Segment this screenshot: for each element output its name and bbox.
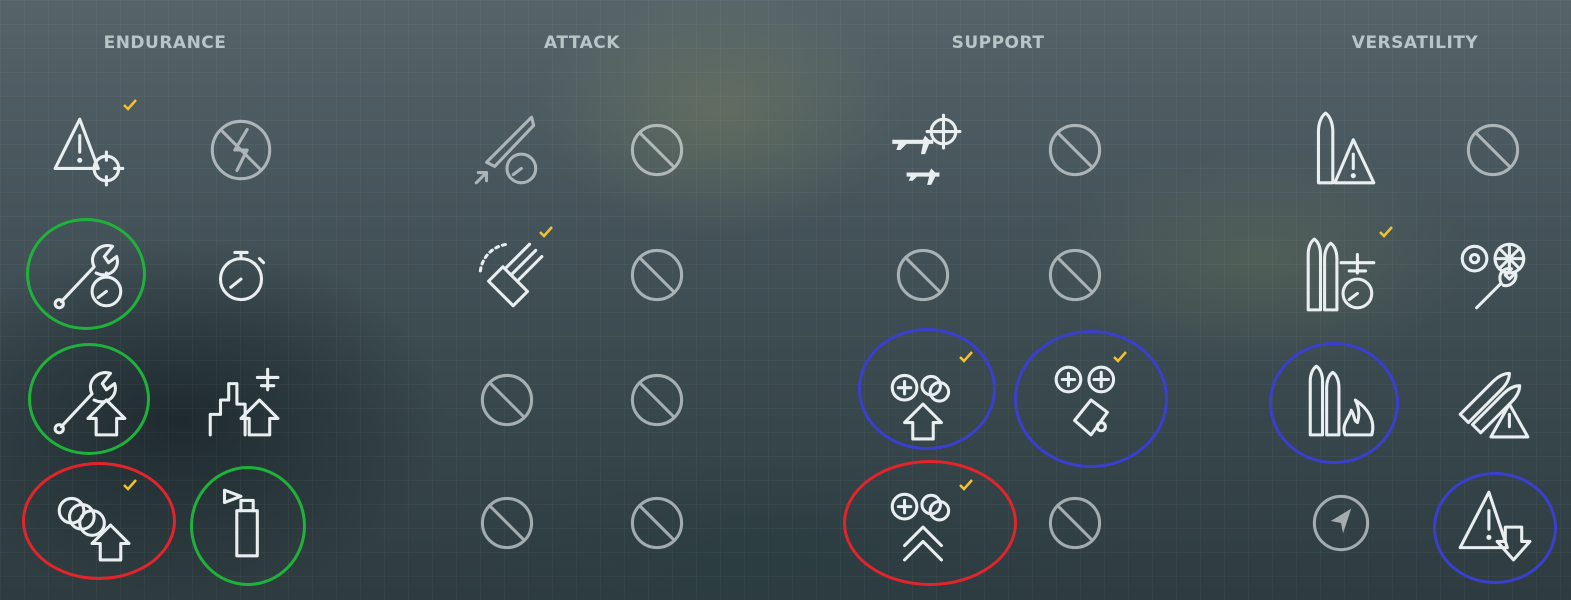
selected-checkmark-icon	[539, 226, 553, 238]
column-title-versatility: VERSATILITY	[1351, 33, 1479, 53]
skill-main-battery-traverse[interactable]	[462, 230, 552, 320]
aa-guns-upgrade-icon	[57, 496, 131, 562]
warning-down-icon	[1458, 490, 1532, 562]
compass-radar-icon	[1312, 494, 1370, 552]
skill-warning-down[interactable]	[1448, 478, 1538, 568]
selected-checkmark-icon	[1113, 351, 1127, 363]
skill-gears-wrench[interactable]	[1448, 230, 1538, 320]
skill-aa-double-upgrade[interactable]	[878, 478, 968, 568]
skill-aa-sector-upgrade[interactable]	[878, 355, 968, 445]
selected-checkmark-icon	[123, 99, 137, 111]
unavailable-icon	[896, 248, 950, 302]
skill-ship-aircraft-upgrade[interactable]	[196, 355, 286, 445]
unavailable-icon	[1048, 496, 1102, 550]
unavailable-icon	[630, 373, 684, 427]
skill-unavailable	[878, 230, 968, 320]
unavailable-icon	[630, 496, 684, 550]
selected-checkmark-icon	[959, 479, 973, 491]
ship-aircraft-upgrade-icon	[208, 367, 280, 437]
shells-fire-icon	[1308, 364, 1375, 437]
skill-stopwatch[interactable]	[196, 230, 286, 320]
skill-aa-plus-damage[interactable]	[1046, 355, 1136, 445]
skill-unavailable	[612, 355, 702, 445]
selected-checkmark-icon	[959, 351, 973, 363]
aircraft-target-icon	[892, 113, 962, 185]
skill-torpedo-timer[interactable]	[462, 105, 552, 195]
unavailable-icon	[630, 123, 684, 177]
stopwatch-icon	[218, 250, 266, 302]
skill-unavailable	[612, 105, 702, 195]
skill-unavailable	[462, 355, 552, 445]
selected-checkmark-icon	[123, 479, 137, 491]
unavailable-icon	[1048, 123, 1102, 177]
skill-unavailable	[612, 478, 702, 568]
aa-sector-upgrade-icon	[890, 373, 951, 441]
column-title-support: SUPPORT	[951, 33, 1045, 53]
selected-checkmark-icon	[1379, 226, 1393, 238]
extinguisher-icon	[222, 488, 259, 558]
unavailable-icon	[630, 248, 684, 302]
wrench-upgrade-icon	[53, 371, 127, 437]
column-title-endurance: ENDURANCE	[103, 33, 227, 53]
skill-unavailable	[462, 478, 552, 568]
skill-compass-radar[interactable]	[1296, 478, 1386, 568]
skill-extinguisher[interactable]	[200, 478, 290, 568]
torpedo-timer-icon	[474, 115, 538, 185]
unavailable-icon	[1048, 248, 1102, 302]
gears-wrench-icon	[1460, 242, 1526, 310]
torpedoes-warning-icon	[1458, 371, 1530, 439]
column-title-attack: ATTACK	[544, 33, 620, 53]
shell-warning-icon	[1316, 111, 1376, 185]
wrench-timer-icon	[53, 243, 123, 310]
skill-unavailable	[1448, 105, 1538, 195]
skill-wrench-upgrade[interactable]	[45, 355, 135, 445]
skill-no-flash[interactable]	[196, 105, 286, 195]
skill-unavailable	[1030, 478, 1120, 568]
skill-unavailable	[1030, 105, 1120, 195]
aa-plus-damage-icon	[1054, 365, 1116, 437]
skill-aircraft-target[interactable]	[878, 105, 968, 195]
no-flash-icon	[210, 119, 272, 181]
skill-unavailable	[1030, 230, 1120, 320]
unavailable-icon	[480, 373, 534, 427]
skill-torpedoes-warning[interactable]	[1448, 355, 1538, 445]
warning-target-icon	[53, 117, 125, 187]
skill-shells-aircraft-timer[interactable]	[1296, 230, 1386, 320]
unavailable-icon	[1466, 123, 1520, 177]
shells-aircraft-timer-icon	[1306, 237, 1376, 312]
aa-double-upgrade-icon	[890, 492, 951, 562]
skill-shell-warning[interactable]	[1296, 105, 1386, 195]
skill-unavailable	[612, 230, 702, 320]
skill-warning-target[interactable]	[45, 105, 135, 195]
skill-shells-fire[interactable]	[1296, 355, 1386, 445]
skill-wrench-timer[interactable]	[45, 230, 135, 320]
unavailable-icon	[480, 496, 534, 550]
main-battery-traverse-icon	[478, 242, 544, 308]
